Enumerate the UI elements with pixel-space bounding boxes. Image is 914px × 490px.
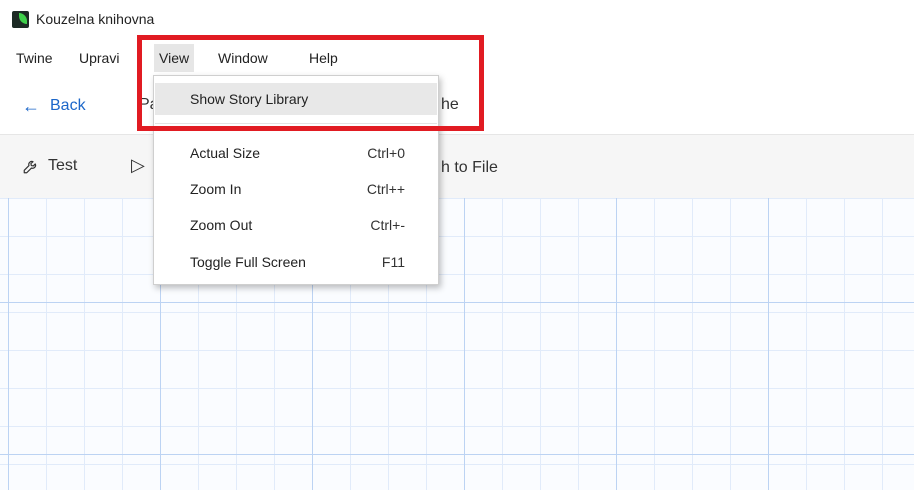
menu-bar: Twine Upravi View Window Help xyxy=(0,44,914,72)
back-button-label: Back xyxy=(50,97,86,114)
publish-to-file-button[interactable]: h to File xyxy=(441,159,498,177)
menu-item-shortcut: Ctrl++ xyxy=(366,181,405,197)
back-button[interactable]: ← Back xyxy=(22,93,86,119)
story-toolbar: Test ▷ h to File xyxy=(0,134,914,199)
top-toolbar: ← Back Pa he xyxy=(0,78,914,134)
menu-item-label: Actual Size xyxy=(190,145,261,161)
menu-item-shortcut: Ctrl+- xyxy=(370,217,405,233)
menu-item-label: Zoom Out xyxy=(190,217,253,233)
twine-logo-icon xyxy=(12,11,29,28)
wrench-icon xyxy=(23,160,37,174)
test-button-label: Test xyxy=(48,157,78,174)
menu-item-shortcut: F11 xyxy=(381,254,405,270)
menu-help[interactable]: Help xyxy=(304,44,343,72)
menu-twine[interactable]: Twine xyxy=(11,44,58,72)
test-button[interactable]: Test xyxy=(22,157,77,175)
menu-item-label: Zoom In xyxy=(190,181,242,197)
menu-item-shortcut: Ctrl+0 xyxy=(367,145,405,161)
menu-item-label: Show Story Library xyxy=(190,91,309,107)
story-map-canvas[interactable] xyxy=(0,198,914,490)
window-title: Kouzelna knihovna xyxy=(36,11,155,27)
title-bar: Kouzelna knihovna xyxy=(0,0,914,40)
arrow-left-icon: ← xyxy=(22,96,40,116)
view-menu-dropdown: Show Story Library Actual Size Ctrl+0 Zo… xyxy=(153,75,439,285)
menu-item-zoom-in[interactable]: Zoom In Ctrl++ xyxy=(155,173,437,205)
menu-item-zoom-out[interactable]: Zoom Out Ctrl+- xyxy=(155,209,437,241)
menu-item-show-story-library[interactable]: Show Story Library xyxy=(155,83,437,115)
menu-separator xyxy=(155,123,437,124)
menu-item-toggle-full-screen[interactable]: Toggle Full Screen F11 xyxy=(155,246,437,278)
play-icon[interactable]: ▷ xyxy=(131,155,145,176)
menu-edit[interactable]: Upravi xyxy=(74,44,124,72)
menu-item-label: Toggle Full Screen xyxy=(190,254,306,270)
menu-item-actual-size[interactable]: Actual Size Ctrl+0 xyxy=(155,137,437,169)
menu-view[interactable]: View xyxy=(154,44,195,72)
toolbar-partial-text-right[interactable]: he xyxy=(441,96,459,114)
menu-window[interactable]: Window xyxy=(213,44,273,72)
